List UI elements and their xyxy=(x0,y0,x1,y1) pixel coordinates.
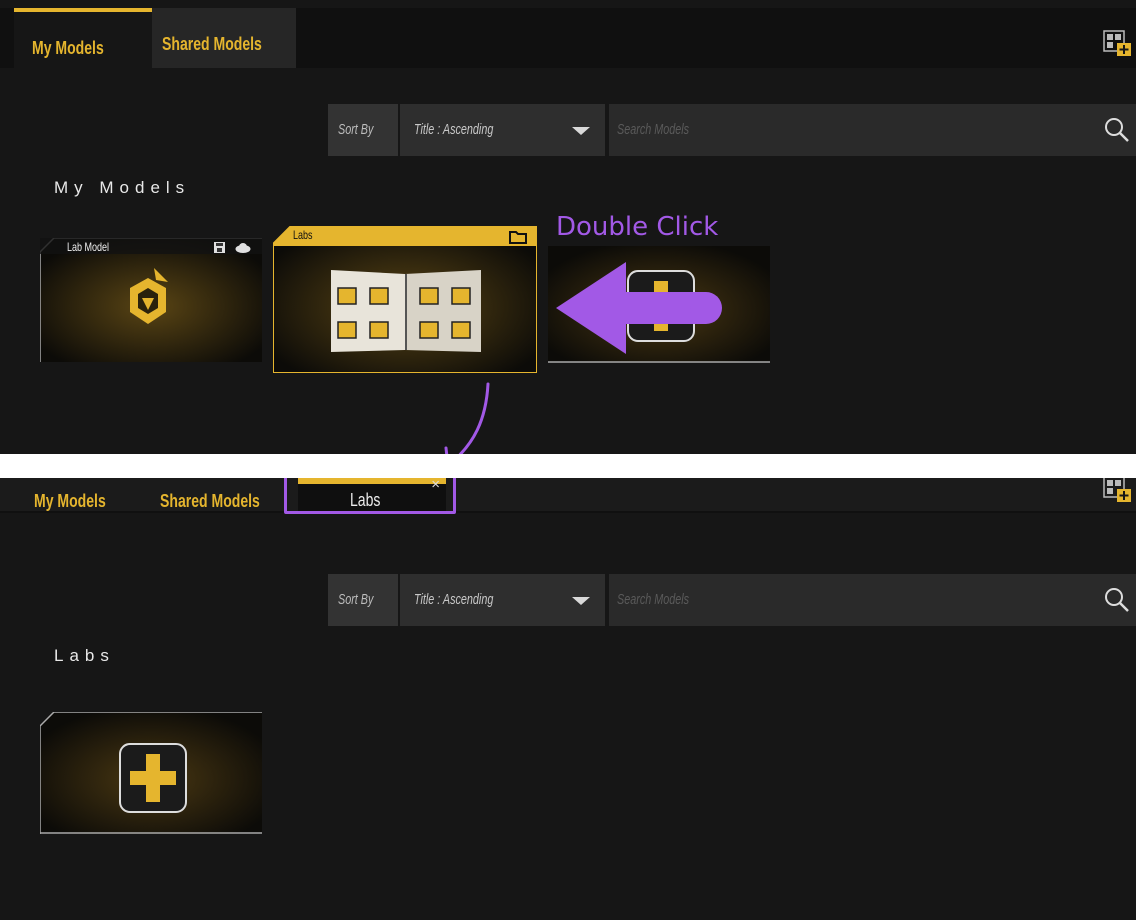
tab-bar: My Models Shared Models xyxy=(0,8,1136,68)
search-input[interactable]: Search Models xyxy=(609,104,1136,156)
card-title: Lab Model xyxy=(67,240,110,254)
add-thumbnail xyxy=(39,711,262,834)
bottom-panel: My Models Shared Models Labs × Sort By T… xyxy=(0,478,1136,920)
add-model-card[interactable] xyxy=(39,711,262,834)
tab-row: My Models Shared Models xyxy=(0,478,1136,511)
model-thumbnail xyxy=(39,237,262,362)
sort-by-label: Sort By xyxy=(328,104,398,156)
sort-by-label: Sort By xyxy=(328,574,398,626)
folder-icon xyxy=(509,231,527,244)
curved-arrow-icon xyxy=(444,382,490,454)
section-title: My Models xyxy=(54,178,191,197)
chevron-down-icon xyxy=(572,127,590,135)
tab-shared-models[interactable]: Shared Models xyxy=(152,8,296,68)
section-title: Labs xyxy=(54,646,115,665)
sort-select[interactable]: Title : Ascending xyxy=(400,104,605,156)
arrow-left-icon xyxy=(556,262,722,354)
save-icon xyxy=(214,242,225,253)
cloud-icon xyxy=(235,243,251,253)
folder-thumbnail xyxy=(272,225,538,374)
add-grid-icon[interactable] xyxy=(1102,28,1134,58)
tab-my-models[interactable]: My Models xyxy=(34,478,126,511)
divider xyxy=(0,454,1136,478)
add-grid-icon[interactable] xyxy=(1102,478,1134,504)
sort-toolbar: Sort By Title : Ascending Search Models xyxy=(328,104,1136,156)
search-icon[interactable] xyxy=(1103,116,1131,144)
sort-select[interactable]: Title : Ascending xyxy=(400,574,605,626)
folder-card[interactable]: Labs xyxy=(272,225,538,374)
annotation-label: Double Click xyxy=(556,212,719,242)
chevron-down-icon xyxy=(572,597,590,605)
sort-toolbar: Sort By Title : Ascending Search Models xyxy=(328,574,1136,626)
model-card[interactable]: Lab Model xyxy=(39,237,262,362)
highlight-box xyxy=(284,478,456,514)
search-input[interactable]: Search Models xyxy=(609,574,1136,626)
card-title: Labs xyxy=(293,228,313,242)
tab-shared-models[interactable]: Shared Models xyxy=(160,478,288,511)
search-icon[interactable] xyxy=(1103,586,1131,614)
tab-my-models[interactable]: My Models xyxy=(14,8,152,68)
top-panel: My Models Shared Models Sort By Title : … xyxy=(0,0,1136,454)
